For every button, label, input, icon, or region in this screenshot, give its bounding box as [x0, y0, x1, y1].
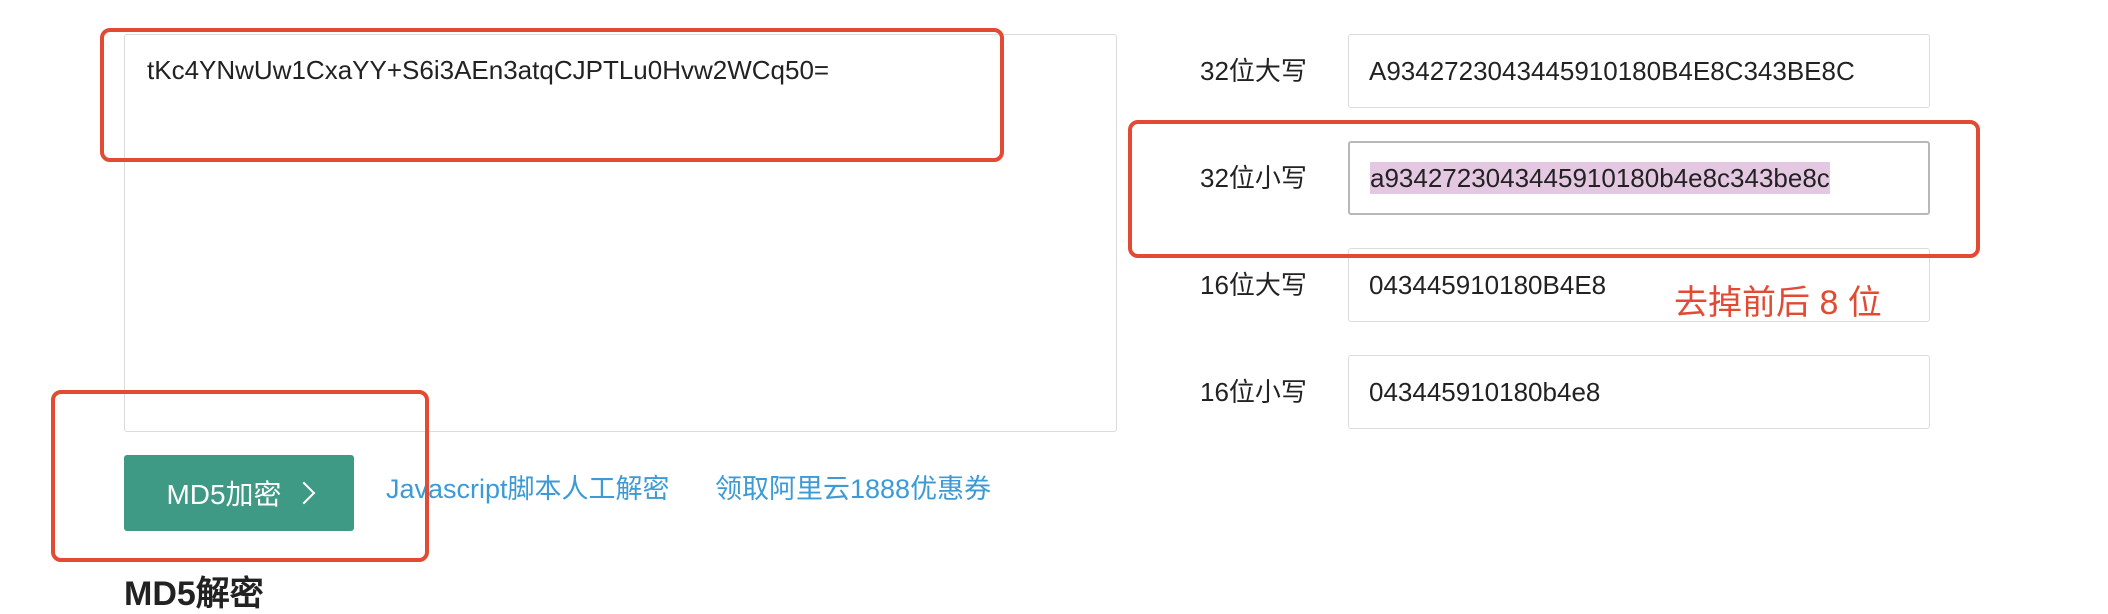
- result-value-16-lower: 043445910180b4e8: [1369, 377, 1601, 407]
- result-value-16-upper: 043445910180B4E8: [1369, 270, 1607, 300]
- aliyun-coupon-link[interactable]: 领取阿里云1888优惠券: [715, 472, 991, 506]
- annotation-box-input: [100, 28, 1004, 162]
- md5-decrypt-heading: MD5解密: [124, 575, 264, 613]
- result-label-16-lower: 16位小写: [1200, 377, 1307, 407]
- annotation-box-button: [51, 390, 429, 562]
- result-field-32-upper[interactable]: A9342723043445910180B4E8C343BE8C: [1348, 34, 1930, 108]
- annotation-note: 去掉前后 8 位: [1674, 284, 1882, 322]
- result-field-16-lower[interactable]: 043445910180b4e8: [1348, 355, 1930, 429]
- annotation-box-32-lower: [1128, 120, 1980, 258]
- result-value-32-upper: A9342723043445910180B4E8C343BE8C: [1369, 56, 1855, 86]
- result-label-16-upper: 16位大写: [1200, 270, 1307, 300]
- result-label-32-upper: 32位大写: [1200, 56, 1307, 86]
